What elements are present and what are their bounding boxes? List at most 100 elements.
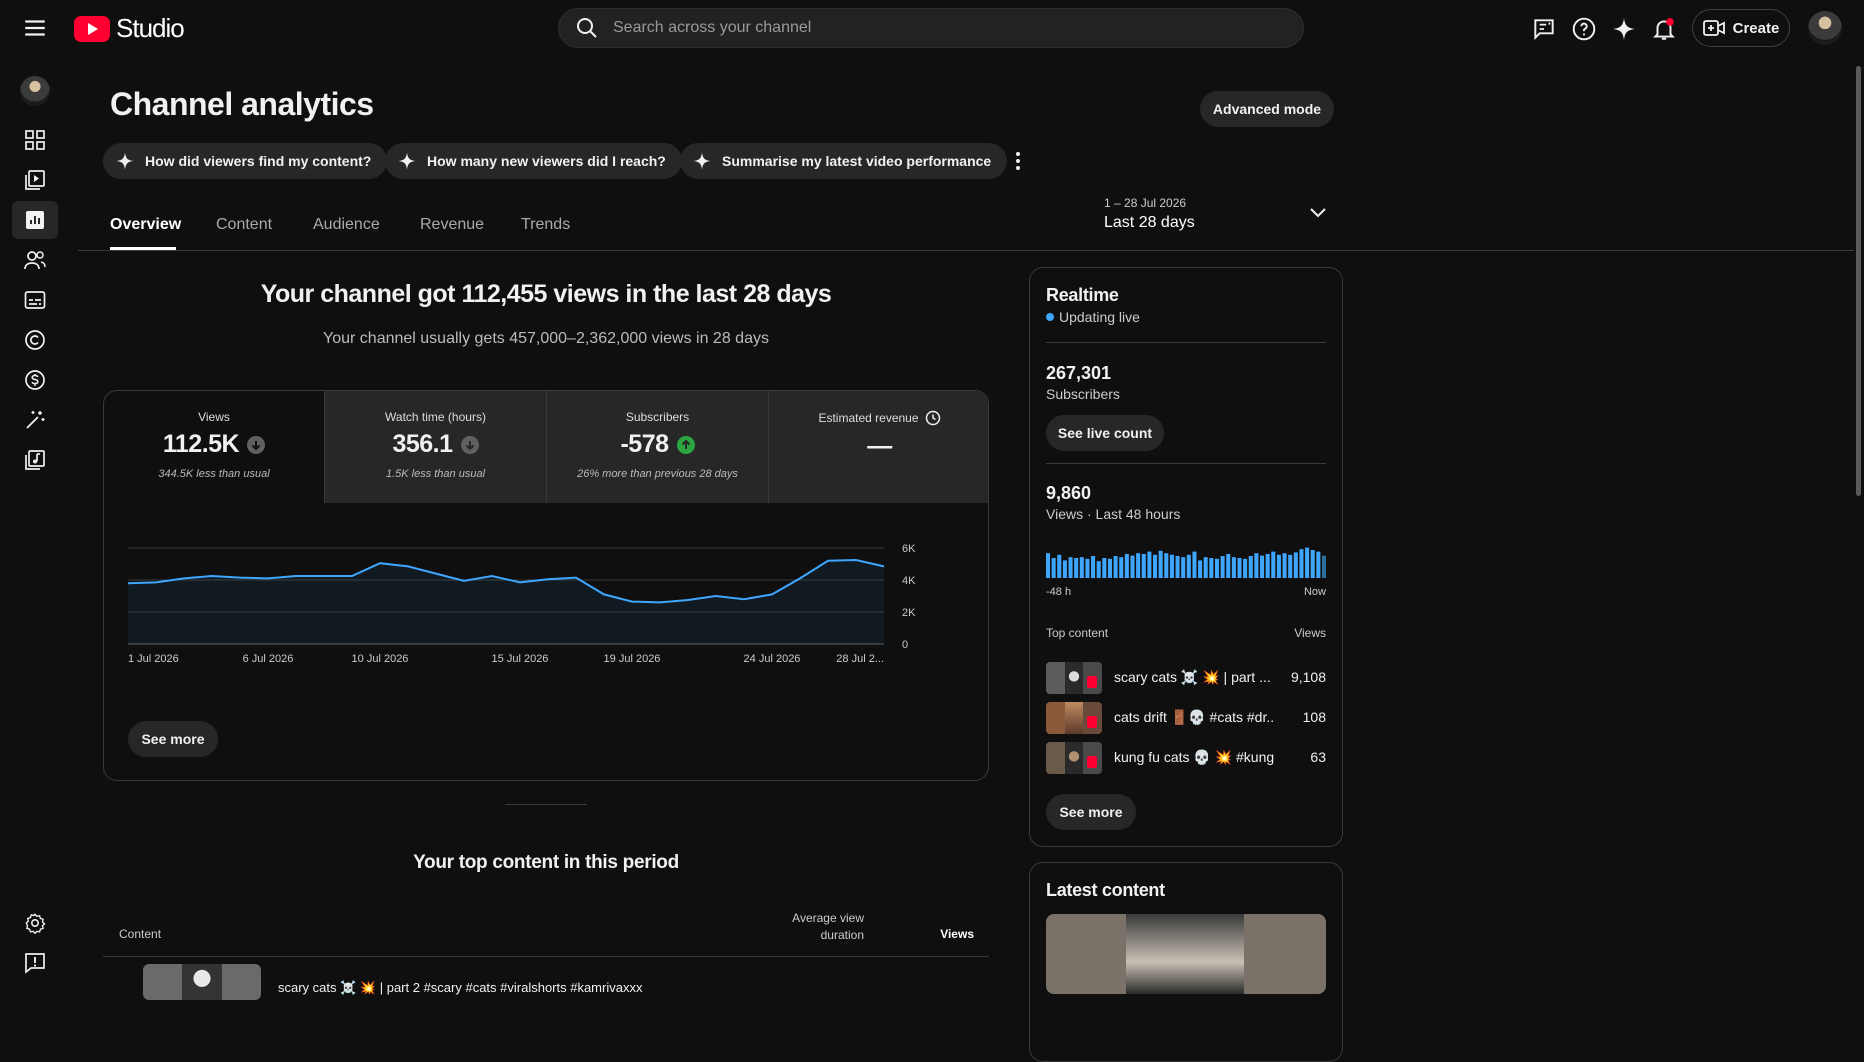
rt-top-item[interactable]: kung fu cats 💀 💥 #kung... 63	[1046, 742, 1326, 774]
bar-axis-start: -48 h	[1046, 586, 1071, 598]
realtime-bar	[1170, 555, 1174, 578]
realtime-bar	[1069, 557, 1073, 578]
realtime-bar	[1288, 555, 1292, 578]
notifications-icon[interactable]	[1650, 15, 1678, 43]
page-scrollbar[interactable]	[1856, 66, 1861, 496]
views-chart[interactable]: 6K4K2K01 Jul 20266 Jul 202610 Jul 202615…	[104, 503, 989, 663]
realtime-bar	[1305, 548, 1309, 578]
analytics-icon[interactable]	[12, 201, 58, 239]
realtime-views-bar-chart[interactable]	[1046, 538, 1326, 578]
chip-label: How many new viewers did I reach?	[427, 153, 666, 169]
views-headline: Your channel got 112,455 views in the la…	[104, 280, 988, 309]
rt-item-title: kung fu cats 💀 💥 #kung...	[1114, 749, 1274, 766]
video-thumbnail	[1046, 702, 1102, 734]
youtube-logo-icon	[74, 16, 110, 42]
account-avatar[interactable]	[1808, 11, 1842, 45]
realtime-bar	[1260, 556, 1264, 578]
advanced-mode-button[interactable]: Advanced mode	[1200, 91, 1334, 127]
realtime-bar	[1074, 558, 1078, 578]
realtime-views-value: 9,860	[1046, 483, 1091, 504]
rt-top-item[interactable]: scary cats ☠️ 💥 | part ... 9,108	[1046, 662, 1326, 694]
table-header-divider	[103, 956, 989, 957]
community-icon[interactable]	[20, 245, 50, 275]
metric-label: Subscribers	[626, 410, 689, 424]
suggestion-chip-summarise[interactable]: Summarise my latest video performance	[680, 143, 1007, 179]
settings-icon[interactable]	[20, 908, 50, 938]
metric-watch-time[interactable]: Watch time (hours) 356.1 1.5K less than …	[324, 391, 546, 503]
realtime-bar	[1080, 557, 1084, 578]
x-tick-label: 1 Jul 2026	[128, 653, 179, 663]
realtime-bar	[1147, 552, 1151, 578]
rt-top-content-label: Top content	[1046, 626, 1108, 640]
create-label: Create	[1733, 20, 1780, 37]
subtitles-icon[interactable]	[20, 285, 50, 315]
create-button[interactable]: Create	[1692, 9, 1790, 47]
rt-top-item[interactable]: cats drift 🚪💀 #cats #dr... 108	[1046, 702, 1326, 734]
divider	[1046, 342, 1326, 343]
realtime-bar	[1114, 556, 1118, 578]
realtime-bar	[1215, 559, 1219, 578]
top-content-thumbnail[interactable]	[143, 964, 261, 1000]
tab-content[interactable]: Content	[216, 216, 272, 234]
col-views-header[interactable]: Views	[930, 927, 974, 941]
suggestion-chip-new-viewers[interactable]: How many new viewers did I reach?	[385, 143, 682, 179]
search-icon	[575, 16, 599, 40]
copyright-icon[interactable]	[20, 325, 50, 355]
search-bar[interactable]	[558, 8, 1304, 48]
see-live-count-button[interactable]: See live count	[1046, 415, 1164, 451]
realtime-title: Realtime	[1046, 285, 1119, 306]
rt-item-title: cats drift 🚪💀 #cats #dr...	[1114, 709, 1274, 726]
realtime-bar	[1159, 551, 1163, 578]
menu-icon[interactable]	[22, 15, 48, 41]
realtime-bar	[1181, 557, 1185, 578]
metric-estimated-revenue[interactable]: Estimated revenue —	[768, 391, 989, 503]
x-tick-label: 24 Jul 2026	[744, 653, 801, 663]
rt-views-label: Views	[1276, 626, 1326, 640]
realtime-see-more-button[interactable]: See more	[1046, 794, 1136, 830]
section-separator	[505, 804, 587, 805]
rt-item-views: 9,108	[1272, 669, 1326, 685]
tabs-divider	[78, 250, 1854, 251]
tab-audience[interactable]: Audience	[313, 216, 380, 234]
suggestion-chip-discovery[interactable]: How did viewers find my content?	[103, 143, 387, 179]
realtime-views-label: Views · Last 48 hours	[1046, 506, 1180, 522]
realtime-subscribers-label: Subscribers	[1046, 386, 1120, 402]
metric-views[interactable]: Views 112.5K 344.5K less than usual	[104, 391, 324, 503]
tab-trends[interactable]: Trends	[521, 216, 570, 234]
views-typical-range: Your channel usually gets 457,000–2,362,…	[104, 330, 988, 348]
arrow-down-icon	[461, 436, 479, 454]
realtime-bar	[1108, 559, 1112, 578]
realtime-bar	[1294, 552, 1298, 578]
help-icon[interactable]	[1570, 15, 1598, 43]
studio-logo[interactable]: Studio	[74, 13, 184, 44]
channel-avatar[interactable]	[20, 76, 50, 106]
metric-subscribers[interactable]: Subscribers -578 26% more than previous …	[546, 391, 768, 503]
y-tick-label: 2K	[902, 607, 916, 619]
chevron-down-icon[interactable]	[1308, 206, 1328, 220]
rt-item-views: 108	[1272, 709, 1326, 725]
top-content-row-title[interactable]: scary cats ☠️ 💥 | part 2 #scary #cats #v…	[278, 980, 642, 996]
realtime-bar	[1119, 557, 1123, 578]
customization-icon[interactable]	[20, 405, 50, 435]
tab-revenue[interactable]: Revenue	[420, 216, 484, 234]
more-options-icon[interactable]	[1007, 147, 1029, 175]
date-range-selector[interactable]: 1 – 28 Jul 2026 Last 28 days	[1104, 196, 1195, 232]
send-feedback-icon[interactable]	[20, 948, 50, 978]
overview-see-more-button[interactable]: See more	[128, 721, 218, 757]
create-video-icon	[1703, 19, 1725, 37]
dashboard-icon[interactable]	[20, 125, 50, 155]
tab-overview[interactable]: Overview	[110, 216, 181, 234]
x-tick-label: 15 Jul 2026	[492, 653, 549, 663]
audio-library-icon[interactable]	[20, 445, 50, 475]
metric-label: Views	[198, 410, 230, 424]
sparkle-icon	[115, 151, 135, 171]
sparkle-icon[interactable]	[1610, 15, 1638, 43]
realtime-bar	[1091, 556, 1095, 578]
feedback-chat-icon[interactable]	[1530, 15, 1558, 43]
latest-content-thumbnail[interactable]	[1046, 914, 1326, 994]
content-icon[interactable]	[20, 165, 50, 195]
search-input[interactable]	[613, 19, 1213, 37]
earn-icon[interactable]	[20, 365, 50, 395]
realtime-bar	[1316, 552, 1320, 578]
realtime-bar	[1125, 554, 1129, 578]
